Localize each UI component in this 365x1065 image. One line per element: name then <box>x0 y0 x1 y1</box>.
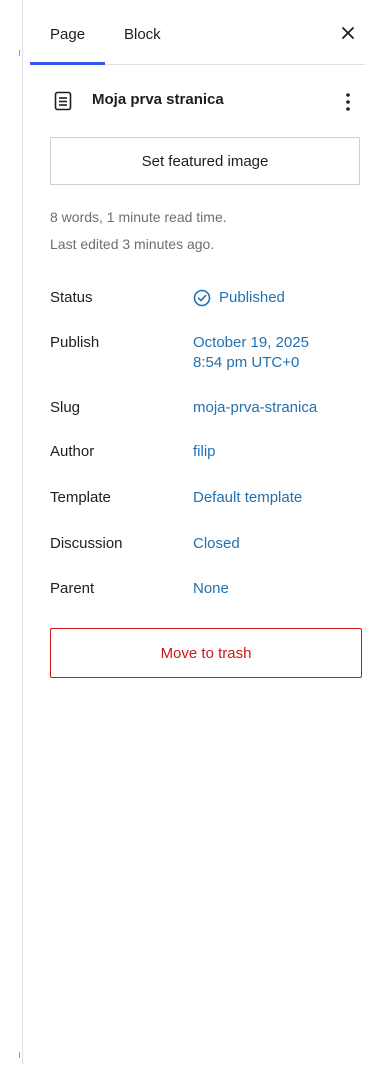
author-value[interactable]: filip <box>193 442 216 462</box>
check-circle-icon <box>193 289 211 307</box>
template-value[interactable]: Default template <box>193 488 302 508</box>
move-to-trash-button[interactable]: Move to trash <box>50 628 362 678</box>
slug-value[interactable]: moja-prva-stranica <box>193 398 317 418</box>
slug-label: Slug <box>50 399 81 416</box>
settings-sidebar: Page Block Moja prva stranica Set featur… <box>0 0 365 1065</box>
author-label: Author <box>50 443 95 460</box>
page-title: Moja prva stranica <box>92 91 224 108</box>
active-tab-indicator <box>30 62 105 65</box>
publish-time: 8:54 pm UTC+0 <box>193 354 300 371</box>
publish-label: Publish <box>50 334 100 351</box>
edge-marker <box>19 1052 20 1058</box>
last-edited-text: Last edited 3 minutes ago. <box>50 236 215 252</box>
panel-divider <box>22 0 23 1065</box>
more-options-icon[interactable] <box>340 90 356 114</box>
close-icon[interactable] <box>337 22 359 44</box>
publish-date-link[interactable]: October 19, 2025 8:54 pm UTC+0 <box>193 333 309 373</box>
template-label: Template <box>50 489 111 506</box>
tab-page[interactable]: Page <box>50 0 85 64</box>
status-label: Status <box>50 289 93 306</box>
page-document-icon <box>54 91 72 111</box>
page-title-row: Moja prva stranica <box>50 88 362 114</box>
set-featured-image-button[interactable]: Set featured image <box>50 137 360 185</box>
discussion-label: Discussion <box>50 535 123 552</box>
tab-block[interactable]: Block <box>124 0 161 64</box>
publish-date: October 19, 2025 <box>193 334 309 351</box>
discussion-value[interactable]: Closed <box>193 534 240 554</box>
edge-marker <box>19 50 20 56</box>
parent-label: Parent <box>50 580 95 597</box>
parent-value[interactable]: None <box>193 579 229 599</box>
word-count-text: 8 words, 1 minute read time. <box>50 209 227 225</box>
status-value[interactable]: Published <box>219 288 285 308</box>
sidebar-tabs: Page Block <box>30 0 365 65</box>
